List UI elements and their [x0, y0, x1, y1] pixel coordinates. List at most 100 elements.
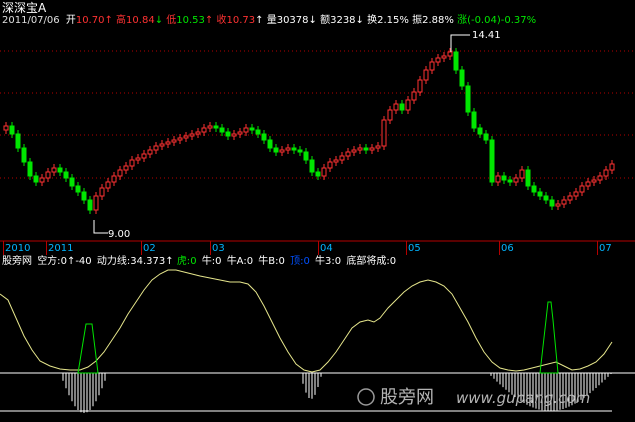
candle-body	[309, 159, 315, 173]
candle-body	[339, 155, 345, 161]
watermark-logo-icon	[357, 388, 375, 406]
candle-body	[219, 127, 225, 133]
candle-body	[501, 175, 507, 181]
candle-body	[585, 181, 591, 187]
candle-body	[387, 109, 393, 121]
candle-body	[531, 185, 537, 193]
candle-body	[279, 149, 285, 153]
candle-body	[51, 167, 57, 173]
axis-label-02: 02	[143, 243, 156, 254]
candle-body	[195, 131, 201, 135]
low-price-label: 9.00	[108, 229, 130, 240]
candle-body	[369, 147, 375, 151]
low-leader-line	[93, 220, 108, 234]
candle-body	[123, 165, 129, 171]
candle-body	[447, 51, 453, 57]
candle-body	[399, 103, 405, 111]
month-tick	[406, 241, 407, 255]
candle-body	[429, 61, 435, 71]
watermark: 股旁网 www.gupang.com	[357, 387, 590, 408]
candle-body	[573, 191, 579, 197]
candle-body	[165, 141, 171, 145]
candle-body	[201, 127, 207, 133]
month-tick	[499, 241, 500, 255]
candle-body	[33, 175, 39, 183]
candle-body	[81, 191, 87, 201]
candle-body	[21, 147, 27, 163]
candle-body	[327, 161, 333, 169]
candle-body	[15, 133, 21, 149]
candle-body	[603, 169, 609, 177]
candle-body	[477, 127, 483, 135]
axis-label-04: 04	[320, 243, 333, 254]
month-tick	[3, 241, 4, 255]
month-tick	[597, 241, 598, 255]
month-tick	[46, 241, 47, 255]
watermark-url: www.gupang.com	[456, 389, 590, 407]
candle-body	[591, 179, 597, 183]
candle-body	[393, 103, 399, 111]
candlestick-series	[3, 48, 615, 214]
high-price-label: 14.41	[472, 30, 501, 41]
candle-body	[63, 171, 69, 179]
candle-body	[189, 133, 195, 137]
indicator-chart[interactable]: 股旁网 www.gupang.com	[0, 266, 635, 422]
candle-body	[417, 79, 423, 93]
high-annotation: 14.41	[450, 30, 501, 52]
candle-body	[561, 199, 567, 205]
candlestick-chart[interactable]: 14.41 9.00	[0, 0, 635, 242]
candle-body	[237, 131, 243, 135]
candle-body	[93, 195, 99, 211]
candle-body	[441, 55, 447, 59]
candle-body	[177, 137, 183, 141]
candle-body	[507, 179, 513, 183]
candle-body	[267, 139, 273, 149]
candle-body	[255, 129, 261, 135]
high-leader-line	[450, 34, 470, 52]
candle-body	[489, 139, 495, 183]
candle-body	[303, 151, 309, 161]
month-tick	[210, 241, 211, 255]
candle-body	[225, 131, 231, 137]
candle-body	[579, 185, 585, 193]
candle-body	[321, 167, 327, 177]
candle-body	[471, 111, 477, 129]
candle-body	[315, 171, 321, 177]
candle-body	[363, 147, 369, 151]
candle-body	[543, 195, 549, 201]
candle-body	[381, 119, 387, 147]
candle-body	[117, 169, 123, 177]
candle-body	[513, 177, 519, 183]
candle-body	[483, 133, 489, 141]
candle-body	[291, 147, 297, 151]
candle-body	[213, 125, 219, 129]
candle-body	[75, 185, 81, 193]
candle-body	[567, 195, 573, 201]
power-line	[0, 269, 613, 373]
candle-body	[99, 187, 105, 197]
axis-label-2011: 2011	[48, 243, 74, 254]
candle-body	[69, 177, 75, 187]
signal-peak-1	[77, 323, 99, 374]
candle-body	[351, 149, 357, 153]
candle-body	[159, 143, 165, 147]
candle-body	[357, 147, 363, 151]
watermark-text: 股旁网	[380, 387, 434, 408]
candle-body	[285, 147, 291, 151]
candle-body	[207, 125, 213, 129]
candle-body	[273, 147, 279, 153]
axis-label-06: 06	[501, 243, 514, 254]
month-tick	[318, 241, 319, 255]
axis-label-05: 05	[408, 243, 421, 254]
candle-body	[345, 151, 351, 157]
candle-body	[519, 169, 525, 179]
candle-body	[171, 139, 177, 143]
low-annotation: 9.00	[93, 220, 130, 240]
candle-body	[537, 191, 543, 197]
axis-label-07: 07	[599, 243, 612, 254]
candle-body	[333, 159, 339, 163]
candle-body	[453, 51, 459, 71]
candle-body	[297, 149, 303, 153]
price-grid	[0, 50, 635, 179]
candle-body	[555, 203, 561, 207]
